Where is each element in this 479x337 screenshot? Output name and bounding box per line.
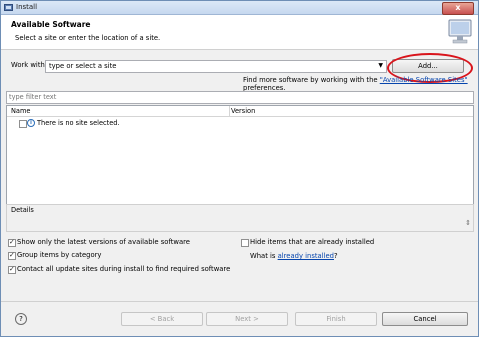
contact-sites-label: Contact all update sites during install … [17,265,231,273]
filter-input[interactable] [7,92,471,102]
latest-only-checkbox[interactable] [8,238,16,247]
scroll-arrows-icon[interactable]: ⇕ [465,219,471,227]
table-header: Name Version [7,106,473,117]
what-is-prefix: What is [250,252,278,260]
details-group: Details ⇕ [6,204,474,232]
chevron-down-icon[interactable]: ▼ [378,62,383,69]
install-icon [4,4,13,11]
what-is-suffix: ? [334,252,338,260]
row-checkbox[interactable] [19,120,27,128]
page-title: Available Software [11,20,91,29]
contact-sites-checkbox[interactable] [8,265,16,274]
page-description: Select a site or enter the location of a… [15,34,161,42]
help-icon[interactable]: ? [15,313,27,325]
column-divider[interactable] [229,106,230,116]
hide-installed-checkbox[interactable] [241,239,249,247]
work-with-label: Work with: [11,61,48,69]
available-software-sites-link[interactable]: "Available Software Sites" [380,76,468,84]
close-icon: x [455,3,461,12]
wizard-banner: Available Software Select a site or ente… [1,15,478,50]
window-title: Install [16,3,38,11]
table-row[interactable]: i There is no site selected. [7,119,473,129]
column-name-header[interactable]: Name [11,107,30,115]
work-with-value: type or select a site [49,62,117,70]
close-button[interactable]: x [442,2,474,15]
info-icon: i [27,119,35,127]
cancel-button[interactable]: Cancel [382,312,468,326]
filter-field[interactable] [6,91,474,104]
more-software-text: Find more software by working with the "… [243,76,478,92]
column-version-header[interactable]: Version [231,107,255,115]
install-wizard-icon [448,19,472,44]
group-by-category-checkbox[interactable] [8,251,16,260]
already-installed-link[interactable]: already installed [278,252,334,260]
work-with-combo[interactable]: type or select a site ▼ [45,60,387,73]
details-label: Details [11,206,34,214]
add-button[interactable]: Add... [392,59,464,73]
footer-separator [1,301,478,302]
title-bar: Install x [1,1,478,15]
back-button[interactable]: < Back [121,312,203,326]
already-installed-text: What is already installed? [250,252,338,260]
hide-installed-label: Hide items that are already installed [250,238,375,246]
more-software-prefix: Find more software by working with the [243,76,380,84]
latest-only-label: Show only the latest versions of availab… [17,238,190,246]
row-name: There is no site selected. [37,119,120,127]
software-table: Name Version i There is no site selected… [6,105,474,205]
install-window: Install x Available Software Select a si… [0,0,479,337]
finish-button[interactable]: Finish [295,312,377,326]
next-button[interactable]: Next > [206,312,288,326]
group-by-category-label: Group items by category [17,251,102,259]
